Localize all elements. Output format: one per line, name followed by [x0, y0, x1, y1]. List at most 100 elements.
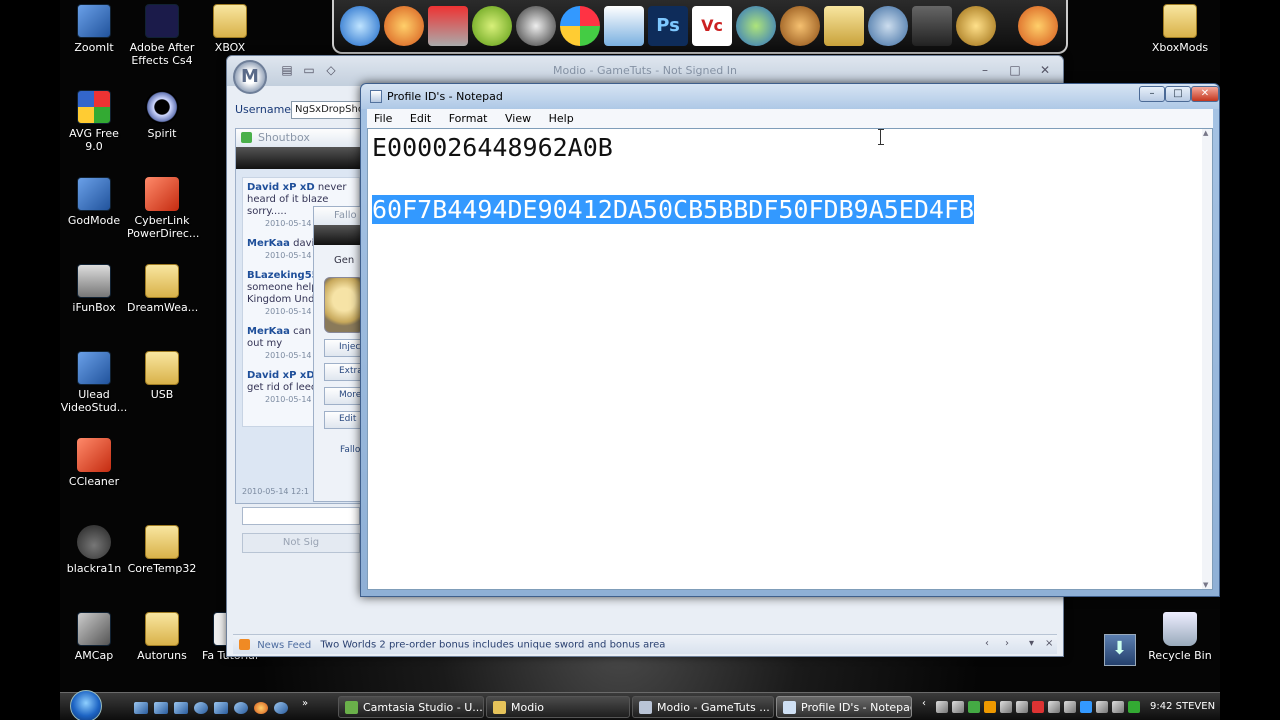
modio-titlebar[interactable]: Modio - GameTuts - Not Signed In M ▤ ▭ ◇…: [227, 56, 1063, 94]
vnc-icon[interactable]: Vc: [692, 6, 732, 46]
desktop-icon-avg[interactable]: AVG Free 9.0: [60, 90, 129, 153]
desktop-icon-zoomit[interactable]: ZoomIt: [60, 4, 129, 54]
modio-title: Modio - GameTuts - Not Signed In: [553, 64, 737, 77]
desktop-icon-coretemp[interactable]: CoreTemp32: [127, 525, 197, 575]
folder-icon[interactable]: ▭: [299, 62, 319, 78]
firefox-icon[interactable]: [254, 702, 268, 714]
taskbar-button-modio-folder[interactable]: Modio: [486, 696, 630, 718]
windows-icon[interactable]: [560, 6, 600, 46]
tray-app-icon[interactable]: [936, 701, 948, 713]
dropdown-icon[interactable]: ▾: [1029, 638, 1034, 649]
desktop-icon-amcap[interactable]: AMCap: [60, 612, 129, 662]
letterbox-right: [1220, 0, 1280, 720]
close-button[interactable]: ✕: [1191, 86, 1219, 102]
show-desktop-quick-icon[interactable]: [134, 702, 148, 714]
desktop-icon-ulead[interactable]: Ulead VideoStud...: [60, 351, 129, 414]
ulead-icon: [77, 351, 111, 385]
menu-format[interactable]: Format: [442, 109, 495, 125]
close-icon[interactable]: ×: [1045, 638, 1053, 649]
notepad-title: Profile ID's - Notepad: [387, 90, 503, 103]
notepad-titlebar[interactable]: Profile ID's - Notepad – □ ✕: [361, 84, 1219, 109]
monkey-icon[interactable]: [780, 6, 820, 46]
tray-app-icon[interactable]: [1048, 701, 1060, 713]
desktop-icon-autoruns[interactable]: Autoruns: [127, 612, 197, 662]
desktop-icon-spirit[interactable]: Spirit: [127, 90, 197, 140]
desktop-icon-godmode[interactable]: GodMode: [60, 177, 129, 227]
news-headline[interactable]: Two Worlds 2 pre-order bonus includes un…: [320, 640, 665, 651]
prev-icon[interactable]: ‹: [985, 638, 989, 649]
desktop-icon-usb[interactable]: USB: [127, 351, 197, 401]
tray-expand-icon[interactable]: ‹: [922, 698, 934, 710]
firefox-icon[interactable]: [1018, 6, 1058, 46]
taskbar-button-camtasia[interactable]: Camtasia Studio - U...: [338, 696, 484, 718]
desktop-icon-after-effects[interactable]: Adobe After Effects Cs4: [127, 4, 197, 67]
tray-app-icon[interactable]: [1000, 701, 1012, 713]
media-icon[interactable]: [912, 6, 952, 46]
taskbar-button-notepad[interactable]: Profile ID's - Notepad: [776, 696, 912, 718]
minimize-button[interactable]: –: [1139, 86, 1165, 102]
switch-windows-icon[interactable]: [154, 702, 168, 714]
taskbar-button-modio-app[interactable]: Modio - GameTuts ...: [632, 696, 774, 718]
network-icon[interactable]: [1096, 701, 1108, 713]
explorer-icon[interactable]: [174, 702, 188, 714]
tray-app-icon[interactable]: [984, 701, 996, 713]
tag-icon[interactable]: ◇: [321, 62, 341, 78]
minimize-icon[interactable]: –: [975, 62, 995, 78]
desktop-icon-ifunbox[interactable]: iFunBox: [60, 264, 129, 314]
lime-icon[interactable]: [472, 6, 512, 46]
menu-view[interactable]: View: [498, 109, 538, 125]
maximize-button[interactable]: □: [1165, 86, 1191, 102]
menu-file[interactable]: File: [367, 109, 399, 125]
desktop-icon-dreamweaver[interactable]: DreamWea...: [127, 264, 198, 314]
taskbar-clock[interactable]: 9:42 STEVEN: [1150, 701, 1215, 712]
xfire-icon[interactable]: [516, 6, 556, 46]
desktop-icon-xboxmods[interactable]: XboxMods: [1145, 4, 1215, 54]
menu-help[interactable]: Help: [542, 109, 581, 125]
desktop-icon-ccleaner[interactable]: CCleaner: [60, 438, 129, 488]
ie-icon[interactable]: [274, 702, 288, 714]
amcap-icon: [77, 612, 111, 646]
ifunbox-icon: [77, 264, 111, 298]
shoutbox-send-button[interactable]: Not Sig: [242, 533, 360, 553]
username-field[interactable]: NgSxDropShot: [291, 101, 365, 119]
security-icon[interactable]: [1128, 701, 1140, 713]
tray-app-icon[interactable]: [1080, 701, 1092, 713]
folder-icon[interactable]: [824, 6, 864, 46]
vertical-scrollbar[interactable]: [1202, 129, 1212, 589]
menu-edit[interactable]: Edit: [403, 109, 438, 125]
maximize-icon[interactable]: □: [1005, 62, 1025, 78]
tray-app-icon[interactable]: [968, 701, 980, 713]
play-icon[interactable]: [234, 702, 248, 714]
messenger-icon[interactable]: [736, 6, 776, 46]
tool-icon[interactable]: [956, 6, 996, 46]
show-desktop-icon[interactable]: [1104, 634, 1136, 666]
notes-icon[interactable]: ▤: [277, 62, 297, 78]
overflow-chevron-icon[interactable]: »: [302, 698, 316, 710]
itunes-icon[interactable]: [868, 6, 908, 46]
letterbox-left: [0, 0, 60, 720]
desktop-icon-recycle-bin[interactable]: Recycle Bin: [1145, 612, 1215, 662]
tray-app-icon[interactable]: [1064, 701, 1076, 713]
notepad-text-area[interactable]: E000026448962A0B 60F7B4494DE90412DA50CB5…: [367, 128, 1213, 590]
tray-app-icon[interactable]: [1016, 701, 1028, 713]
photoshop-icon[interactable]: Ps: [648, 6, 688, 46]
tray-app-icon[interactable]: [1032, 701, 1044, 713]
next-icon[interactable]: ›: [1005, 638, 1009, 649]
news-feed-bar: News Feed Two Worlds 2 pre-order bonus i…: [233, 634, 1057, 654]
shoutbox-input[interactable]: [242, 507, 360, 525]
mail-icon[interactable]: [214, 702, 228, 714]
folder-icon: [145, 351, 179, 385]
volume-icon[interactable]: [1112, 701, 1124, 713]
download-icon[interactable]: [428, 6, 468, 46]
firefox-icon[interactable]: [384, 6, 424, 46]
desktop-icon-cyberlink[interactable]: CyberLink PowerDirec...: [127, 177, 199, 240]
ie-icon[interactable]: [340, 6, 380, 46]
start-button[interactable]: [70, 690, 102, 720]
media-player-icon[interactable]: [194, 702, 208, 714]
close-icon[interactable]: ✕: [1035, 62, 1055, 78]
desktop-icon-blackrain[interactable]: blackra1n: [60, 525, 129, 575]
tray-app-icon[interactable]: [952, 701, 964, 713]
mail-icon[interactable]: [604, 6, 644, 46]
notepad-icon: [370, 90, 382, 103]
desktop-icon-xbox[interactable]: XBOX: [195, 4, 265, 54]
